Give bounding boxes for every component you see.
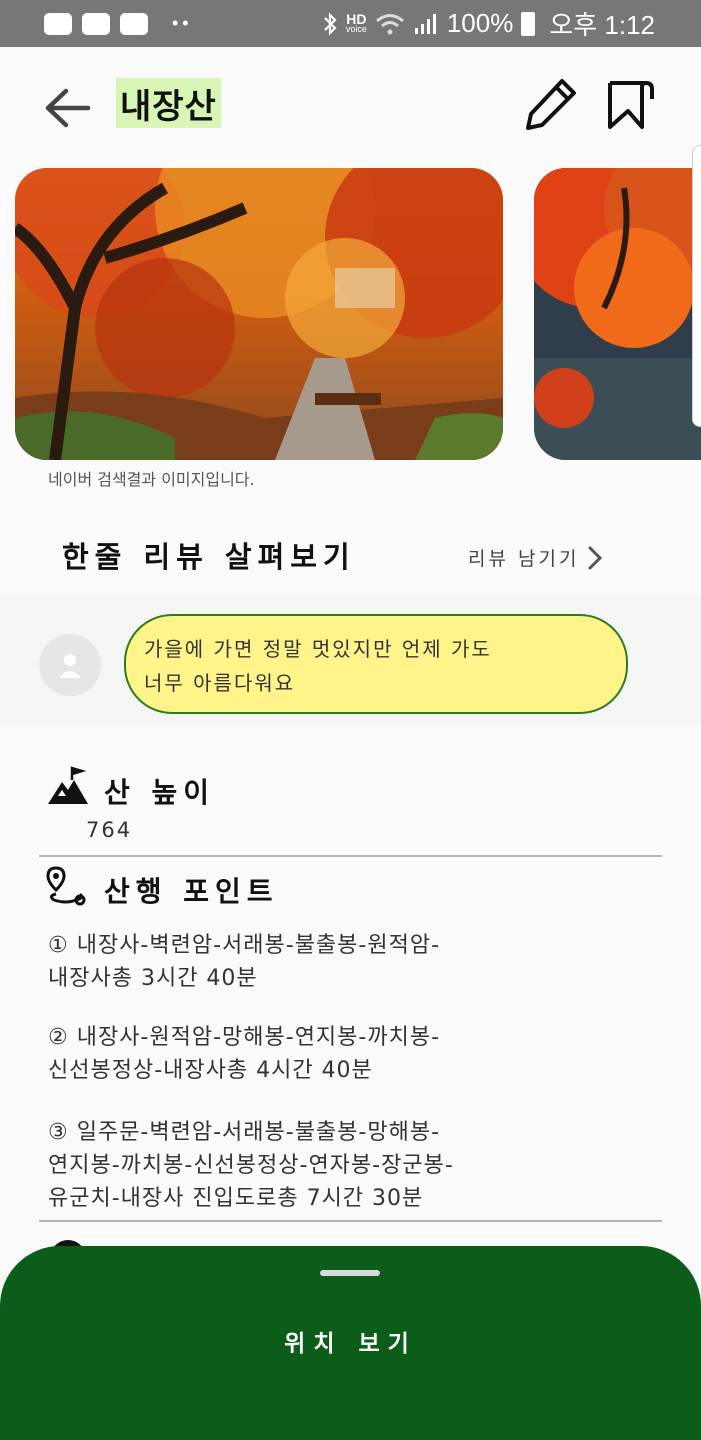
more-notifications-icon: •• bbox=[172, 13, 193, 33]
route-item: ③ 일주문-벽련암-서래봉-불출봉-망해봉- 연지봉-까치봉-신선봉정상-연자봉… bbox=[48, 1116, 648, 1215]
bluetooth-icon bbox=[324, 11, 337, 36]
divider bbox=[39, 1220, 662, 1222]
view-location-button[interactable]: 위치 보기 bbox=[0, 1324, 701, 1358]
route-line: ② 내장사-원적암-망해봉-연지봉-까치봉- bbox=[48, 1025, 441, 1050]
sheet-drag-handle[interactable] bbox=[320, 1270, 380, 1276]
route-line: ③ 일주문-벽련암-서래봉-불출봉-망해봉- bbox=[48, 1120, 441, 1145]
leave-review-link[interactable]: 리뷰 남기기 bbox=[468, 544, 603, 571]
avatar bbox=[39, 634, 101, 696]
mountain-flag-icon bbox=[48, 766, 88, 804]
page-title: 내장산 bbox=[120, 86, 217, 127]
leave-review-label: 리뷰 남기기 bbox=[468, 548, 580, 570]
route-line: 내장사총 3시간 40분 bbox=[48, 966, 258, 991]
clock: 오후 1:12 bbox=[549, 10, 655, 40]
route-line: ① 내장사-벽련암-서래봉-불출봉-원적암- bbox=[48, 933, 441, 958]
review-bubble: 가을에 가면 정말 멋있지만 언제 가도 너무 아름다워요 bbox=[124, 614, 628, 714]
edit-pencil-icon[interactable] bbox=[522, 75, 580, 133]
review-text-line: 너무 아름다워요 bbox=[144, 671, 296, 695]
autumn-photo-2[interactable] bbox=[534, 168, 701, 460]
photo-carousel[interactable] bbox=[0, 168, 701, 463]
route-item: ② 내장사-원적암-망해봉-연지봉-까치봉- 신선봉정상-내장사총 4시간 40… bbox=[48, 1021, 648, 1087]
review-list: 가을에 가면 정말 멋있지만 언제 가도 너무 아름다워요 bbox=[0, 594, 701, 726]
title-highlight: 내장산 bbox=[116, 78, 221, 128]
review-text-line: 가을에 가면 정말 멋있지만 언제 가도 bbox=[144, 637, 492, 661]
route-pin-icon bbox=[46, 866, 86, 906]
activity-icon bbox=[120, 12, 148, 35]
bookmark-icon[interactable] bbox=[602, 77, 658, 133]
location-bottom-sheet[interactable]: 위치 보기 bbox=[0, 1246, 701, 1440]
hd-voice-icon: HD voice bbox=[345, 11, 367, 34]
signal-icon bbox=[414, 13, 436, 34]
route-line: 신선봉정상-내장사총 4시간 40분 bbox=[48, 1058, 373, 1083]
back-arrow-icon[interactable] bbox=[40, 83, 94, 133]
route-line: 유군치-내장사 진입도로총 7시간 30분 bbox=[48, 1186, 424, 1211]
youtube-icon bbox=[82, 12, 110, 35]
wifi-icon bbox=[375, 13, 404, 34]
route-line: 연지봉-까치봉-신선봉정상-연자봉-장군봉- bbox=[48, 1153, 454, 1178]
person-icon bbox=[59, 654, 81, 678]
chevron-right-icon bbox=[588, 546, 603, 569]
message-icon bbox=[44, 12, 72, 35]
battery-icon bbox=[521, 11, 536, 36]
autumn-photo-1[interactable] bbox=[15, 168, 503, 460]
height-value: 764 bbox=[86, 818, 133, 842]
reviews-section-title: 한줄 리뷰 살펴보기 bbox=[62, 540, 356, 574]
status-bar: •• HD voice 100% 오후 1:12 bbox=[0, 0, 701, 47]
edge-panel-handle[interactable] bbox=[692, 145, 701, 427]
app-header: 내장산 bbox=[0, 47, 701, 165]
route-item: ① 내장사-벽련암-서래봉-불출봉-원적암- 내장사총 3시간 40분 bbox=[48, 929, 648, 995]
divider bbox=[39, 855, 662, 857]
height-section-title: 산 높이 bbox=[104, 776, 216, 809]
image-source-caption: 네이버 검색결과 이미지입니다. bbox=[48, 470, 255, 489]
hiking-points-title: 산행 포인트 bbox=[104, 875, 279, 908]
battery-percent: 100% bbox=[446, 8, 514, 38]
